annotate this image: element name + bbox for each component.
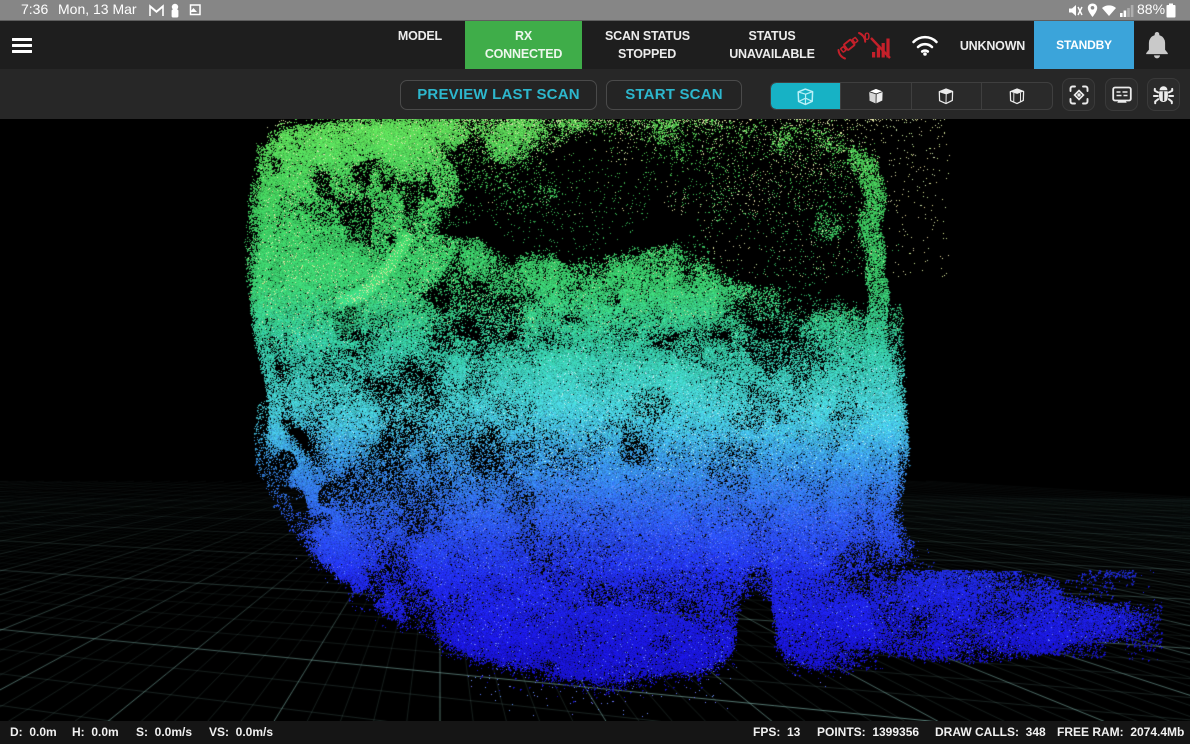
svg-text:0: 0 [864, 31, 870, 43]
